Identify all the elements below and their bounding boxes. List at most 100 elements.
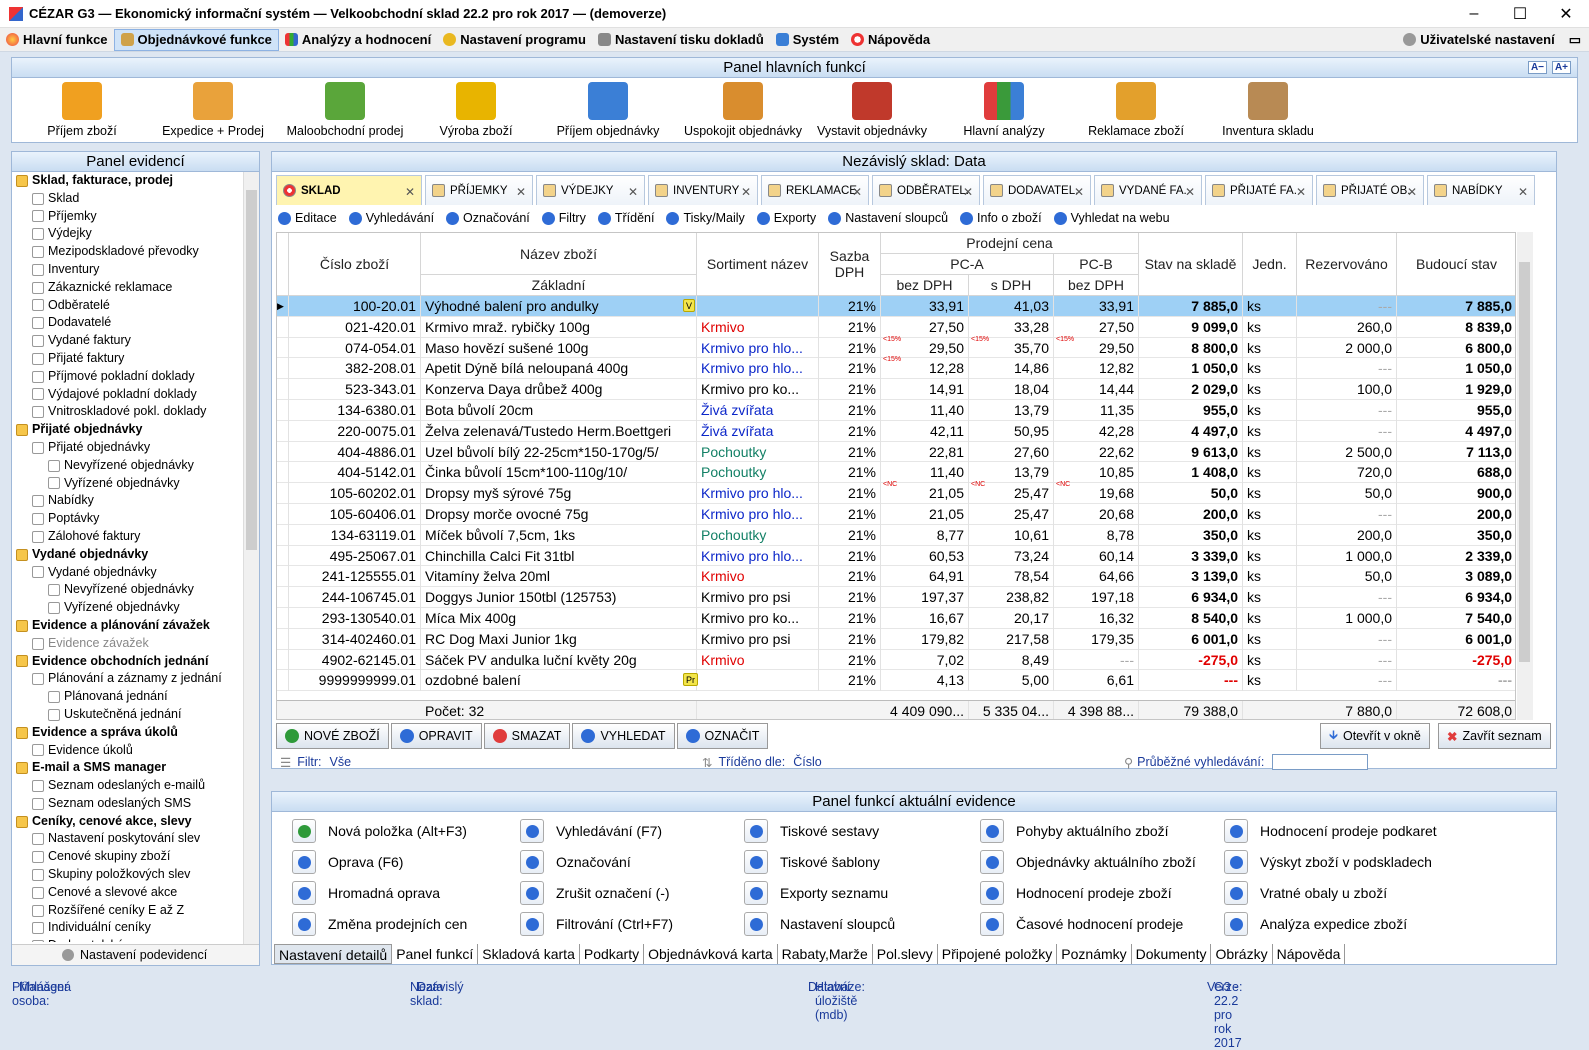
tree-item[interactable]: Výdejky: [12, 225, 244, 243]
detail-tab-7[interactable]: Připojené položky: [938, 944, 1058, 964]
close-tab-icon[interactable]: ✕: [1074, 185, 1084, 199]
tree-item[interactable]: Vydané faktury: [12, 332, 244, 350]
tree-item[interactable]: Inventury: [12, 261, 244, 279]
inventura-skladu-button[interactable]: Inventura skladu: [1208, 80, 1328, 140]
function-item[interactable]: Oprava (F6): [292, 850, 403, 874]
col-header-sortiment[interactable]: Sortiment název: [697, 233, 819, 296]
menu-hlavni-funkce[interactable]: Hlavní funkce: [0, 29, 114, 51]
tree-item[interactable]: Seznam odeslaných e-mailů: [12, 777, 244, 795]
vyroba-zbozi-button[interactable]: Výroba zboží: [416, 80, 536, 140]
tree-item[interactable]: Výdajové pokladní doklady: [12, 386, 244, 404]
close-tab-icon[interactable]: ✕: [1407, 185, 1417, 199]
tree-item[interactable]: Ceníky, cenové akce, slevy: [12, 813, 244, 831]
function-item[interactable]: Nastavení sloupců: [744, 912, 895, 936]
menu-nastaveni-tisku[interactable]: Nastavení tisku dokladů: [592, 29, 770, 51]
tree-item[interactable]: Seznam odeslaných SMS: [12, 795, 244, 813]
tree-item[interactable]: Mezipodskladové převodky: [12, 243, 244, 261]
function-item[interactable]: Analýza expedice zboží: [1224, 912, 1407, 936]
expedice-prodej-button[interactable]: Expedice + Prodej: [153, 80, 273, 140]
toolbar-item-6[interactable]: Exporty: [756, 211, 816, 225]
tree-item[interactable]: Cenové a slevové akce: [12, 884, 244, 902]
function-item[interactable]: Zrušit označení (-): [520, 881, 670, 905]
tree-item[interactable]: Evidence úkolů: [12, 742, 244, 760]
menu-overflow[interactable]: ▭: [1561, 29, 1589, 51]
table-row[interactable]: 220-0075.01 Želva zelenavá/Tustedo Herm.B…: [277, 420, 1515, 442]
tab-3[interactable]: INVENTURY ✕: [648, 175, 758, 205]
hlavni-analyzy-button[interactable]: Hlavní analýzy: [944, 80, 1064, 140]
tree-item[interactable]: Nevyřízené objednávky: [12, 457, 244, 475]
font-bigger-button[interactable]: A+: [1551, 61, 1571, 74]
close-tab-icon[interactable]: ✕: [1185, 185, 1195, 199]
tab-1[interactable]: PŘÍJEMKY ✕: [425, 175, 533, 205]
close-tab-icon[interactable]: ✕: [405, 185, 415, 199]
vystavit-objednavky-button[interactable]: Vystavit objednávky: [812, 80, 932, 140]
maximize-button[interactable]: ☐: [1497, 0, 1543, 28]
tree-item[interactable]: Uskutečněná jednání: [12, 706, 244, 724]
tree-item[interactable]: Evidence obchodních jednání: [12, 653, 244, 671]
menu-system[interactable]: Systém: [770, 29, 845, 51]
menu-uzivatelske-nastaveni[interactable]: Uživatelské nastavení: [1397, 29, 1560, 51]
tree-item[interactable]: Plánování a záznamy z jednání: [12, 670, 244, 688]
maloobchodni-prodej-button[interactable]: Maloobchodní prodej: [285, 80, 405, 140]
function-item[interactable]: Hromadná oprava: [292, 881, 440, 905]
tree-item[interactable]: Plánovaná jednání: [12, 688, 244, 706]
function-item[interactable]: Vyhledávání (F7): [520, 819, 662, 843]
function-item[interactable]: Objednávky aktuálního zboží: [980, 850, 1196, 874]
tree-item[interactable]: Poptávky: [12, 510, 244, 528]
font-smaller-button[interactable]: A−: [1527, 61, 1547, 74]
tree-item[interactable]: E-mail a SMS manager: [12, 759, 244, 777]
function-item[interactable]: Pohyby aktuálního zboží: [980, 819, 1169, 843]
tree-item[interactable]: Cenové skupiny zboží: [12, 848, 244, 866]
function-item[interactable]: Tiskové šablony: [744, 850, 880, 874]
table-row[interactable]: 244-106745.01 Doggys Junior 150tbl (12575…: [277, 587, 1515, 608]
table-row[interactable]: 495-25067.01 Chinchilla Calci Fit 31tbl Kr…: [277, 545, 1515, 567]
tab-8[interactable]: PŘIJATÉ FA. ✕: [1205, 175, 1313, 205]
table-row[interactable]: 314-402460.01 RC Dog Maxi Junior 1kg Krmiv…: [277, 628, 1515, 650]
tab-2[interactable]: VÝDEJKY ✕: [536, 175, 645, 205]
tree-item[interactable]: Vydané objednávky: [12, 564, 244, 582]
table-row[interactable]: 105-60202.01 Dropsy myš sýrové 75g Krmivo …: [277, 481, 1515, 504]
tab-4[interactable]: REKLAMACE ✕: [761, 175, 869, 205]
toolbar-item-8[interactable]: Info o zboží: [960, 211, 1042, 225]
table-row[interactable]: 382-208.01 Apetit Dýně bílá neloupaná 400…: [277, 356, 1515, 380]
prijem-objednavky-button[interactable]: Příjem objednávky: [548, 80, 668, 140]
live-search-input[interactable]: [1272, 754, 1369, 770]
detail-tab-3[interactable]: Podkarty: [580, 944, 645, 964]
col-header-name[interactable]: Název zboží: [421, 233, 697, 275]
table-row[interactable]: 523-343.01 Konzerva Daya drůbež 400g Krmiv…: [277, 379, 1515, 400]
close-tab-icon[interactable]: ✕: [628, 185, 638, 199]
tree-item[interactable]: Dodavatelské ceny: [12, 937, 244, 942]
toolbar-item-4[interactable]: Třídění: [597, 211, 654, 225]
tab-7[interactable]: VYDANÉ FA. ✕: [1094, 175, 1202, 205]
tree-item[interactable]: Přijaté objednávky: [12, 421, 244, 439]
function-item[interactable]: Označování: [520, 850, 631, 874]
uspokojit-objednavky-button[interactable]: Uspokojit objednávky: [680, 80, 806, 140]
tree-item[interactable]: Rozšířené ceníky E až Z: [12, 902, 244, 920]
table-row[interactable]: 4902-62145.01 Sáček PV andulka luční květ…: [277, 649, 1515, 671]
tree-scroll-thumb[interactable]: [246, 190, 257, 550]
tree-item[interactable]: Přijaté faktury: [12, 350, 244, 368]
close-tab-icon[interactable]: ✕: [1296, 185, 1306, 199]
function-item[interactable]: Hodnocení prodeje zboží: [980, 881, 1172, 905]
mark-button[interactable]: OZNAČIT: [676, 723, 769, 749]
function-item[interactable]: Časové hodnocení prodeje: [980, 912, 1183, 936]
table-row[interactable]: ▶ 100-20.01 Výhodné balení pro andulky 21% 3…: [277, 296, 1515, 317]
function-item[interactable]: Nová položka (Alt+F3): [292, 819, 467, 843]
tree-item[interactable]: Dodavatelé: [12, 314, 244, 332]
table-row[interactable]: 293-130540.01 Míca Mix 400g Krmivo pro ko.…: [277, 608, 1515, 629]
col-header-reserved[interactable]: Rezervováno: [1297, 233, 1397, 296]
detail-tab-6[interactable]: Pol.slevy: [873, 944, 938, 964]
open-in-window-button[interactable]: 🡳 Otevřít v okně: [1320, 723, 1430, 749]
close-tab-icon[interactable]: ✕: [852, 185, 862, 199]
new-item-button[interactable]: NOVÉ ZBOŽÍ: [276, 723, 389, 749]
tab-0[interactable]: SKLAD ✕: [276, 175, 422, 205]
tree-item[interactable]: Evidence a správa úkolů: [12, 724, 244, 742]
reklamace-zbozi-button[interactable]: Reklamace zboží: [1076, 80, 1196, 140]
tab-9[interactable]: PŘIJATÉ OB. ✕: [1316, 175, 1424, 205]
detail-tab-4[interactable]: Objednávková karta: [644, 944, 778, 964]
function-item[interactable]: Vratné obaly u zboží: [1224, 881, 1387, 905]
tree-item[interactable]: Sklad: [12, 190, 244, 208]
tree-item[interactable]: Příjmové pokladní doklady: [12, 368, 244, 386]
col-header-future[interactable]: Budoucí stav: [1397, 233, 1515, 296]
toolbar-item-7[interactable]: Nastavení sloupců: [828, 211, 948, 225]
